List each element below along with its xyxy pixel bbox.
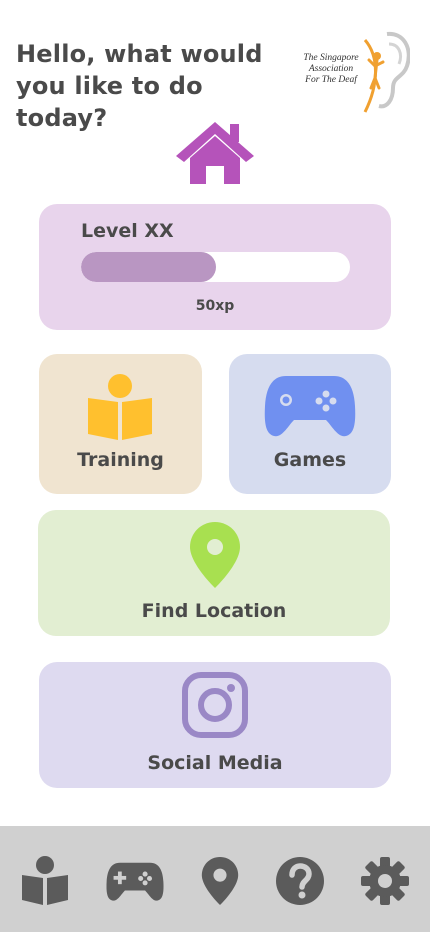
- nav-help[interactable]: [271, 854, 329, 908]
- map-pin-icon: [201, 857, 239, 905]
- nav-games[interactable]: [106, 854, 164, 908]
- games-tile[interactable]: Games: [229, 354, 391, 494]
- social-media-label: Social Media: [147, 752, 283, 774]
- nav-location[interactable]: [191, 854, 249, 908]
- settings-icon: [361, 857, 409, 905]
- find-location-tile[interactable]: Find Location: [38, 510, 390, 636]
- bottom-navigation: [0, 826, 430, 932]
- sadeaf-logo: The Singapore Association For The Deaf: [295, 26, 410, 116]
- xp-label: 50xp: [195, 298, 235, 314]
- training-label: Training: [77, 449, 164, 471]
- instagram-icon: [182, 672, 248, 738]
- nav-settings[interactable]: [356, 854, 414, 908]
- level-card[interactable]: Level XX 50xp: [39, 204, 391, 330]
- training-tile[interactable]: Training: [39, 354, 202, 494]
- greeting-title: Hello, what would you like to do today?: [16, 40, 263, 132]
- find-location-label: Find Location: [141, 600, 287, 622]
- map-pin-icon: [190, 522, 240, 588]
- gamepad-icon: [264, 376, 356, 437]
- ear-figure-icon: [363, 31, 410, 113]
- book-reader-icon: [88, 374, 152, 440]
- level-title: Level XX: [81, 220, 174, 242]
- help-icon: [276, 857, 324, 905]
- nav-training[interactable]: [16, 854, 74, 908]
- home-icon[interactable]: [176, 122, 254, 186]
- social-media-tile[interactable]: Social Media: [39, 662, 391, 788]
- xp-progress-fill: [81, 252, 216, 282]
- gamepad-icon: [106, 862, 164, 901]
- book-reader-icon: [22, 856, 68, 905]
- games-label: Games: [273, 449, 347, 471]
- xp-progress-bar: [81, 252, 350, 282]
